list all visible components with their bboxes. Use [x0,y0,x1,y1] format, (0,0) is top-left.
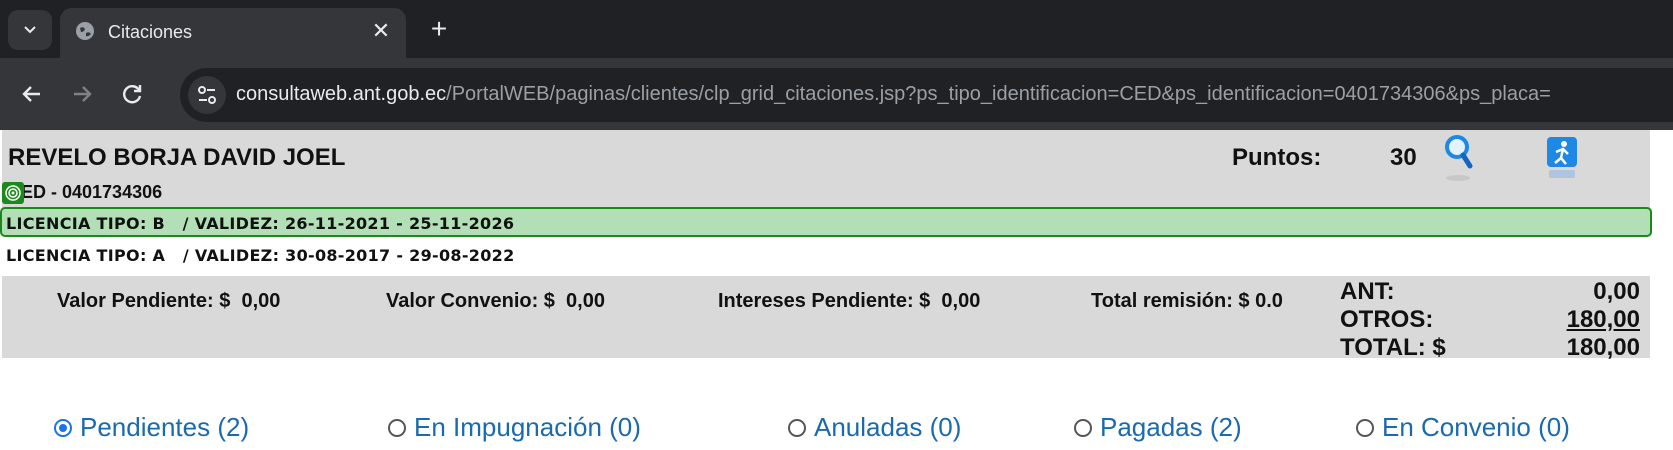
filter-label: Pendientes (2) [80,412,250,442]
intereses-pendiente: Intereses Pendiente: $ 0,00 [718,290,981,312]
target-icon [5,185,21,201]
address-bar[interactable]: consultaweb.ant.gob.ec/PortalWEB/paginas… [180,68,1673,122]
payment-summary: Valor Pendiente: $ 0,00 Valor Convenio: … [2,276,1650,361]
tab-title: Citaciones [108,22,193,42]
puntos-value: 30 [1390,144,1417,171]
filter-label: En Impugnación (0) [414,412,641,442]
radio-button[interactable] [1356,418,1374,437]
radio-button[interactable] [1074,418,1092,437]
exit-icon[interactable] [1546,136,1578,186]
focus-target-badge [2,182,24,204]
filter-anuladas[interactable]: Anuladas (0) [788,412,961,443]
cedula-text: CED - 0401734306 [8,182,163,202]
magnifier-icon[interactable] [1442,134,1476,184]
globe-icon [76,22,94,40]
license-row[interactable]: LICENCIA TIPO: A / VALIDEZ: 30-08-2017 -… [6,246,515,265]
puntos-label: Puntos: [1232,144,1322,171]
browser-toolbar: consultaweb.ant.gob.ec/PortalWEB/paginas… [0,58,1673,130]
status-filter-group: Pendientes (2) En Impugnación (0) Anulad… [0,390,1673,450]
close-tab-icon[interactable]: ✕ [368,18,394,44]
ant-value: 0,00 [1593,278,1640,305]
chevron-down-icon [24,26,36,34]
radio-button[interactable] [54,418,72,437]
ant-label: ANT: [1340,278,1395,305]
filter-en-impugnacion[interactable]: En Impugnación (0) [388,412,641,443]
browser-tab[interactable]: Citaciones ✕ [60,8,406,58]
radio-button[interactable] [388,418,406,437]
filter-pendientes[interactable]: Pendientes (2) [54,412,249,443]
total-remision: Total remisión: $ 0.0 [1091,290,1283,312]
filter-label: En Convenio (0) [1382,412,1570,442]
filter-label: Anuladas (0) [814,412,962,442]
tune-icon [198,86,216,104]
site-info-button[interactable] [188,76,226,114]
otros-label: OTROS: [1340,306,1434,333]
valor-pendiente: Valor Pendiente: $ 0,00 [57,290,281,312]
browser-tab-strip: Citaciones ✕ + [0,0,1673,58]
radio-button[interactable] [788,418,806,437]
otros-value[interactable]: 180,00 [1567,306,1640,334]
url-path: /PortalWEB/paginas/clientes/clp_grid_cit… [446,83,1551,105]
license-row[interactable]: LICENCIA TIPO: B / VALIDEZ: 26-11-2021 -… [6,214,514,233]
total-value: 180,00 [1566,334,1640,361]
person-name: REVELO BORJA DAVID JOEL [8,144,346,171]
page-content: REVELO BORJA DAVID JOEL Puntos: 30 CED -… [0,130,1673,449]
url-host: consultaweb.ant.gob.ec [236,83,447,105]
forward-arrow-icon[interactable] [66,78,98,110]
url-text[interactable]: consultaweb.ant.gob.ec/PortalWEB/paginas… [236,83,1551,106]
filter-pagadas[interactable]: Pagadas (2) [1074,412,1242,443]
filter-label: Pagadas (2) [1100,412,1242,442]
reload-icon[interactable] [116,78,148,110]
total-label: TOTAL: $ [1340,334,1446,361]
person-header: REVELO BORJA DAVID JOEL Puntos: 30 CED -… [2,130,1650,208]
tab-search-button[interactable] [8,10,52,50]
valor-convenio: Valor Convenio: $ 0,00 [386,290,605,312]
new-tab-button[interactable]: + [424,14,454,44]
back-arrow-icon[interactable] [16,78,48,110]
filter-en-convenio[interactable]: En Convenio (0) [1356,412,1570,443]
